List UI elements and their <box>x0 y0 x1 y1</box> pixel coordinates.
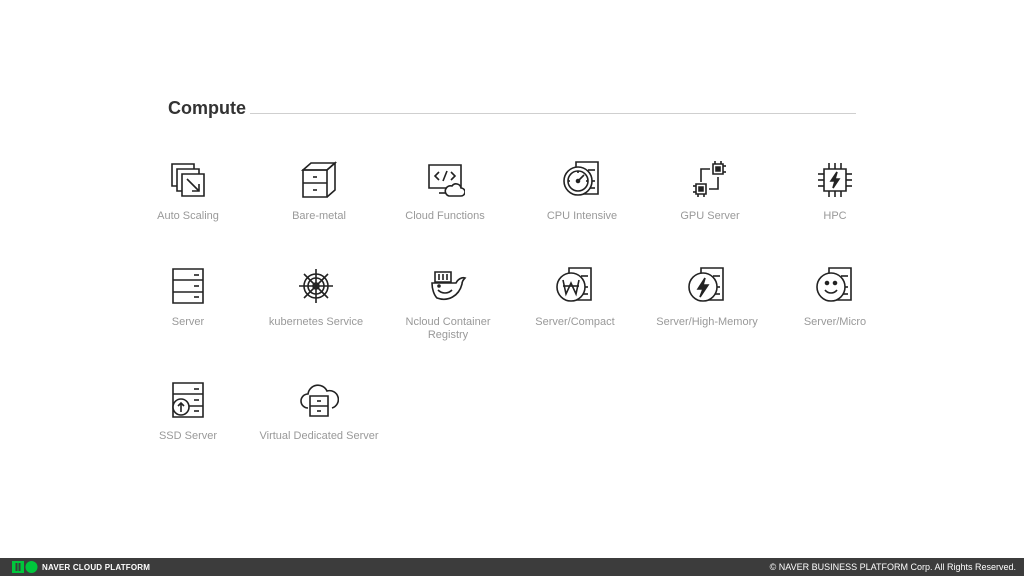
service-label: kubernetes Service <box>268 316 364 328</box>
service-label: Auto Scaling <box>157 210 219 222</box>
cpu-intensive-icon <box>562 160 602 200</box>
service-server-compact[interactable]: Server/Compact <box>515 266 635 329</box>
service-kubernetes[interactable]: kubernetes Service <box>256 266 376 329</box>
service-label: Ncloud Container Registry <box>405 316 491 341</box>
service-label: GPU Server <box>680 210 740 222</box>
footer-bar: NAVER CLOUD PLATFORM © NAVER BUSINESS PL… <box>0 558 1024 576</box>
service-server[interactable]: Server <box>128 266 248 329</box>
service-ssd-server[interactable]: SSD Server <box>128 380 248 443</box>
service-label: Server/Micro <box>803 316 867 328</box>
service-cpu-intensive[interactable]: CPU Intensive <box>522 160 642 223</box>
auto-scaling-icon <box>168 160 208 200</box>
kubernetes-icon <box>296 266 336 306</box>
service-server-micro[interactable]: Server/Micro <box>775 266 895 329</box>
gpu-server-icon <box>690 160 730 200</box>
service-cloud-functions[interactable]: Cloud Functions <box>385 160 505 223</box>
server-high-memory-icon <box>687 266 727 306</box>
service-virtual-dedicated-server[interactable]: Virtual Dedicated Server <box>259 380 379 443</box>
service-label: SSD Server <box>158 430 218 442</box>
service-hpc[interactable]: HPC <box>775 160 895 223</box>
cloud-functions-icon <box>425 160 465 200</box>
service-label: Virtual Dedicated Server <box>259 430 379 442</box>
brand-logo: NAVER CLOUD PLATFORM <box>12 561 150 573</box>
ssd-server-icon <box>168 380 208 420</box>
service-server-high-memory[interactable]: Server/High-Memory <box>647 266 767 329</box>
service-gpu-server[interactable]: GPU Server <box>650 160 770 223</box>
service-label: Server <box>171 316 205 328</box>
service-label: CPU Intensive <box>546 210 618 222</box>
service-bare-metal[interactable]: Bare-metal <box>259 160 379 223</box>
copyright-text: © NAVER BUSINESS PLATFORM Corp. All Righ… <box>769 562 1016 572</box>
service-label: Cloud Functions <box>405 210 485 222</box>
service-container-registry[interactable]: Ncloud Container Registry <box>388 266 508 342</box>
hpc-icon <box>815 160 855 200</box>
service-label: HPC <box>823 210 847 222</box>
service-auto-scaling[interactable]: Auto Scaling <box>128 160 248 223</box>
section-title: Compute <box>168 98 246 118</box>
container-registry-icon <box>428 266 468 306</box>
service-label: Server/High-Memory <box>656 316 758 328</box>
service-label: Bare-metal <box>292 210 346 222</box>
bare-metal-icon <box>299 160 339 200</box>
service-label: Server/Compact <box>535 316 615 328</box>
brand-name: NAVER CLOUD PLATFORM <box>42 562 151 572</box>
title-divider <box>250 113 856 114</box>
server-compact-icon <box>555 266 595 306</box>
server-icon <box>168 266 208 306</box>
virtual-dedicated-server-icon <box>299 380 339 420</box>
server-micro-icon <box>815 266 855 306</box>
naver-logo-icon <box>12 561 38 573</box>
